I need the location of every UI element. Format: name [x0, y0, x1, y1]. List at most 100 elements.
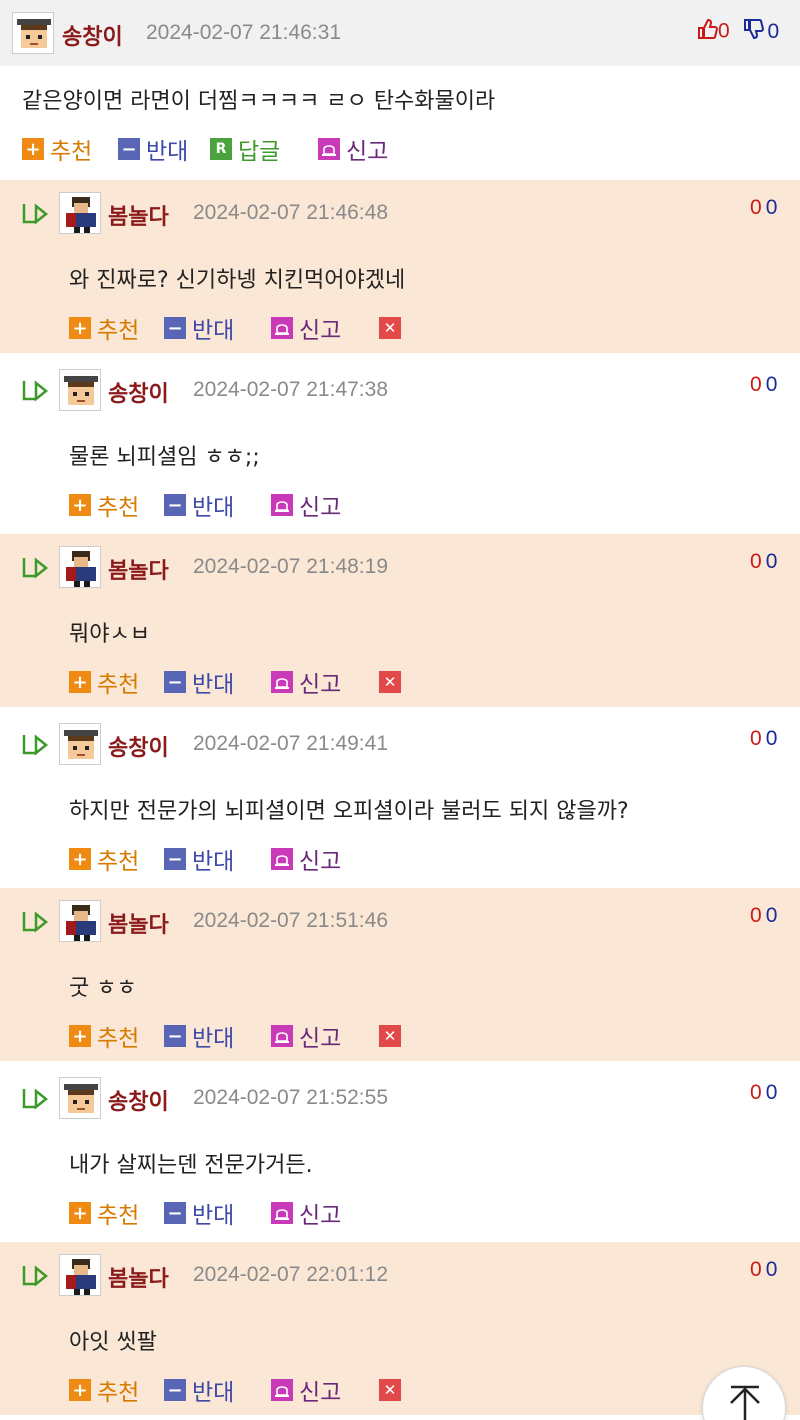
- vote-counts: 00: [750, 727, 777, 751]
- minus-icon: −: [164, 317, 186, 339]
- avatar[interactable]: [59, 192, 101, 234]
- vote-counts: 00: [750, 550, 777, 574]
- root-comment: 송창이 2024-02-07 21:46:31 0 0 같은양이면 라면이 더찜…: [0, 0, 800, 178]
- recommend-label: 추천: [97, 1026, 140, 1052]
- downvote-count: 0: [767, 19, 780, 43]
- timestamp: 2024-02-07 21:51:46: [193, 909, 388, 932]
- report-button[interactable]: 신고: [271, 844, 341, 875]
- oppose-label: 반대: [192, 849, 235, 875]
- recommend-label: 추천: [97, 1380, 140, 1406]
- downvote-count: 0: [765, 550, 778, 573]
- oppose-button[interactable]: − 반대: [164, 313, 235, 344]
- oppose-button[interactable]: − 반대: [164, 1021, 234, 1052]
- avatar[interactable]: [59, 546, 101, 588]
- oppose-button[interactable]: − 반대: [164, 844, 235, 875]
- thumbs-up-icon[interactable]: [696, 18, 719, 46]
- plus-icon: +: [69, 494, 91, 516]
- report-label: 신고: [346, 139, 389, 165]
- recommend-button[interactable]: + 추천: [69, 844, 140, 875]
- reply-arrow-icon: [20, 554, 50, 584]
- nickname[interactable]: 봄놀다: [108, 1261, 169, 1293]
- recommend-label: 추천: [97, 849, 140, 875]
- oppose-button[interactable]: − 반대: [118, 134, 188, 165]
- comment-text: 뭐야ㅅㅂ: [69, 622, 150, 647]
- report-button[interactable]: 신고: [271, 1198, 341, 1229]
- report-button[interactable]: 신고: [271, 1021, 341, 1052]
- reply-label: 답글: [238, 139, 281, 165]
- nickname[interactable]: 송창이: [108, 730, 169, 762]
- siren-icon: [271, 848, 293, 870]
- nickname[interactable]: 봄놀다: [108, 199, 169, 231]
- oppose-button[interactable]: − 반대: [164, 490, 234, 521]
- plus-icon: +: [69, 1202, 91, 1224]
- report-button[interactable]: 신고: [271, 1375, 341, 1406]
- reply-button[interactable]: R 답글: [210, 134, 281, 165]
- oppose-button[interactable]: − 반대: [164, 1198, 234, 1229]
- minus-icon: −: [164, 494, 186, 516]
- timestamp: 2024-02-07 21:52:55: [193, 1086, 388, 1109]
- scroll-top-button[interactable]: [702, 1366, 786, 1420]
- vote-counts: 00: [750, 196, 777, 220]
- delete-icon[interactable]: ✕: [379, 671, 401, 693]
- avatar[interactable]: [59, 900, 101, 942]
- delete-icon[interactable]: ✕: [379, 1379, 401, 1401]
- siren-icon: [271, 494, 293, 516]
- reply-comment: 봄놀다 2024-02-07 22:01:12 00 아잇 씻팔 + 추천 − 반대…: [0, 1240, 800, 1415]
- reply-comment: 봄놀다 2024-02-07 21:46:48 00 와 진짜로? 신기하넹 치…: [0, 178, 800, 353]
- nickname[interactable]: 송창이: [62, 19, 123, 51]
- upvote-count: 0: [750, 1081, 762, 1104]
- nickname[interactable]: 봄놀다: [108, 907, 169, 939]
- timestamp: 2024-02-07 21:48:19: [193, 555, 388, 578]
- nickname[interactable]: 봄놀다: [108, 553, 169, 585]
- oppose-label: 반대: [192, 318, 235, 344]
- upvote-count: 0: [750, 904, 762, 927]
- downvote-count: 0: [765, 373, 778, 396]
- comment-text: 내가 살찌는덴 전문가거든.: [69, 1153, 313, 1178]
- report-button[interactable]: 신고: [271, 667, 342, 698]
- avatar[interactable]: [59, 369, 101, 411]
- delete-icon[interactable]: ✕: [379, 1025, 401, 1047]
- siren-icon: [271, 317, 293, 339]
- comment-text: 같은양이면 라면이 더찜ㅋㅋㅋㅋ ㄹㅇ 탄수화물이라: [22, 89, 496, 114]
- oppose-button[interactable]: − 반대: [164, 1375, 235, 1406]
- avatar[interactable]: [12, 12, 54, 54]
- nickname[interactable]: 송창이: [108, 376, 169, 408]
- nickname[interactable]: 송창이: [108, 1084, 169, 1116]
- plus-icon: +: [69, 1025, 91, 1047]
- reply-arrow-icon: [20, 1262, 50, 1292]
- report-button[interactable]: 신고: [271, 313, 341, 344]
- reply-comment: 송창이 2024-02-07 21:47:38 00 물론 뇌피셜임 ㅎㅎ;; …: [0, 355, 800, 530]
- recommend-button[interactable]: + 추천: [69, 1375, 140, 1406]
- comment-actions: + 추천 − 반대 신고 ✕: [69, 313, 789, 344]
- timestamp: 2024-02-07 21:46:48: [193, 201, 388, 224]
- recommend-button[interactable]: + 추천: [69, 1198, 139, 1229]
- delete-icon[interactable]: ✕: [379, 317, 401, 339]
- downvote-count: 0: [765, 904, 778, 927]
- vote-counts: 00: [750, 373, 777, 397]
- report-button[interactable]: 신고: [271, 490, 341, 521]
- reply-arrow-icon: [20, 731, 50, 761]
- avatar[interactable]: [59, 1077, 101, 1119]
- comment-text: 하지만 전문가의 뇌피셜이면 오피셜이라 불러도 되지 않을까?: [69, 799, 629, 824]
- recommend-button[interactable]: + 추천: [69, 667, 139, 698]
- comment-actions: + 추천 − 반대 신고 ✕: [69, 667, 789, 698]
- reply-arrow-icon: [20, 908, 50, 938]
- oppose-label: 반대: [192, 1380, 235, 1406]
- oppose-button[interactable]: − 반대: [164, 667, 234, 698]
- report-label: 신고: [299, 672, 342, 698]
- plus-icon: +: [22, 138, 44, 160]
- avatar[interactable]: [59, 723, 101, 765]
- recommend-button[interactable]: + 추천: [69, 490, 139, 521]
- recommend-button[interactable]: + 추천: [22, 134, 92, 165]
- recommend-button[interactable]: + 추천: [69, 1021, 140, 1052]
- avatar[interactable]: [59, 1254, 101, 1296]
- reply-comment: 송창이 2024-02-07 21:49:41 00 하지만 전문가의 뇌피셜이…: [0, 709, 800, 884]
- timestamp: 2024-02-07 22:01:12: [193, 1263, 388, 1286]
- comment-text: 아잇 씻팔: [69, 1330, 157, 1355]
- thumbs-down-icon[interactable]: [742, 18, 764, 46]
- reply-comment: 봄놀다 2024-02-07 21:48:19 00 뭐야ㅅㅂ + 추천 − 반대 …: [0, 532, 800, 707]
- recommend-button[interactable]: + 추천: [69, 313, 140, 344]
- recommend-label: 추천: [97, 318, 140, 344]
- reply-arrow-icon: [20, 1085, 50, 1115]
- report-button[interactable]: 신고: [318, 134, 389, 165]
